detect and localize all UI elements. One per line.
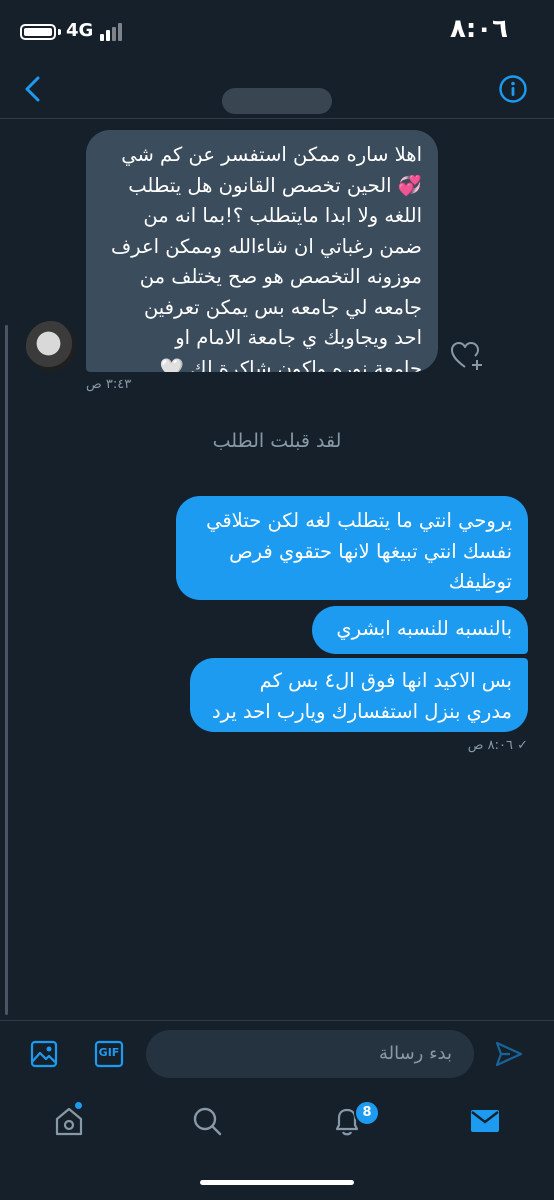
signal-icon: [100, 23, 122, 41]
header-divider: [0, 118, 554, 119]
message-line: مدري بنزل استفسارك ويارب احد يرد: [211, 699, 512, 723]
status-time: ٨:٠٦: [449, 14, 508, 44]
home-notification-dot: [75, 1102, 82, 1109]
network-label: 4G: [66, 20, 94, 41]
outgoing-message-bubble[interactable]: بس الاكيد انها فوق ال٤ بس كم مدري بنزل ا…: [190, 658, 528, 732]
message-line: اهلا ساره ممكن استفسر عن كم شي: [121, 143, 422, 166]
notifications-badge: 8: [354, 1100, 380, 1126]
sent-check-icon: ✓: [517, 738, 528, 753]
messages-icon[interactable]: [468, 1104, 502, 1138]
message-line: 💞 الحين تخصص القانون هل يتطلب: [128, 173, 422, 197]
search-icon[interactable]: [190, 1104, 224, 1138]
avatar[interactable]: [26, 321, 76, 371]
info-icon[interactable]: [498, 74, 528, 104]
composer-divider: [0, 1020, 554, 1021]
send-icon[interactable]: [494, 1040, 524, 1068]
message-line: ضمن رغباتي ان شاءالله وممكن اعرف: [110, 234, 422, 258]
image-icon[interactable]: [30, 1040, 58, 1068]
incoming-message-bubble[interactable]: اهلا ساره ممكن استفسر عن كم شي 💞 الحين ت…: [86, 130, 438, 372]
message-line: اللغه ولا ابدا مايتطلب ؟!بما انه من: [143, 204, 422, 227]
message-line: جامعة نوره واكون شاكرة لك 🤍: [159, 356, 422, 373]
scrollbar[interactable]: [5, 325, 8, 1015]
message-input[interactable]: بدء رسالة: [146, 1030, 474, 1078]
outgoing-time: ٨:٠٦ ص: [467, 738, 513, 753]
conversation-name-redacted[interactable]: [222, 88, 332, 114]
incoming-timestamp: ٣:٤٣ ص: [86, 377, 132, 392]
gif-button[interactable]: GIF: [94, 1040, 124, 1068]
status-bar: 4G ٨:٠٦: [0, 0, 554, 62]
outgoing-timestamp: ✓ ٨:٠٦ ص: [468, 738, 528, 753]
react-heart-icon[interactable]: [450, 340, 484, 372]
message-line: يروحي انتي ما يتطلب لغه لكن حتلاقي: [206, 509, 512, 532]
battery-tip: [58, 29, 61, 35]
message-line: بالنسبه للنسبه ابشري: [336, 617, 512, 640]
message-line: احد ويجاوبك ي جامعة الامام او: [175, 326, 422, 349]
home-indicator: [200, 1180, 354, 1185]
outgoing-message-bubble[interactable]: يروحي انتي ما يتطلب لغه لكن حتلاقي نفسك …: [176, 496, 528, 600]
outgoing-message-bubble[interactable]: بالنسبه للنسبه ابشري: [312, 606, 528, 654]
message-line: جامعه لي جامعه بس يمكن تعرفين: [143, 295, 422, 319]
message-line: بس الاكيد انها فوق ال٤ بس كم: [259, 669, 512, 692]
home-icon[interactable]: [52, 1104, 86, 1138]
request-accepted-notice: لقد قبلت الطلب: [212, 430, 342, 452]
message-line: توظيفك: [448, 570, 512, 593]
message-line: موزونه التخصص هو صح يختلف من: [139, 265, 422, 288]
message-line: نفسك انتي تبيغها لانها حتقوي فرص: [229, 539, 512, 563]
back-icon[interactable]: [18, 74, 46, 104]
battery-icon: [20, 24, 56, 40]
gif-label: GIF: [98, 1046, 120, 1059]
